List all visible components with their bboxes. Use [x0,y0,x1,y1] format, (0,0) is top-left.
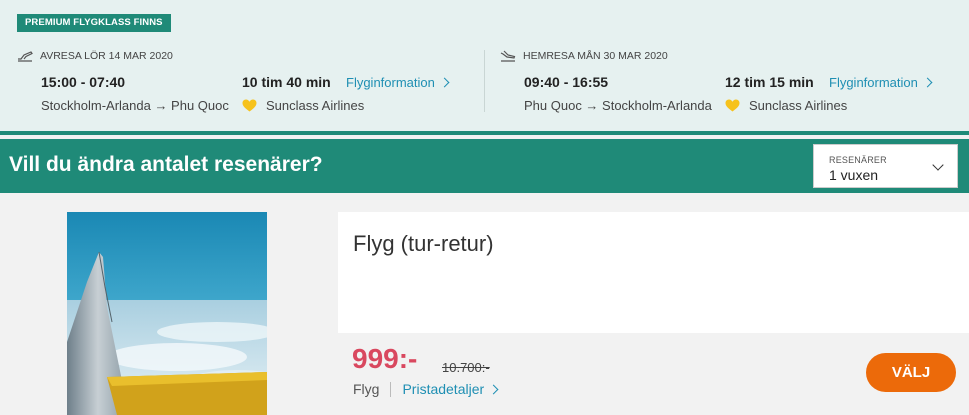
flight-info-link-label: Flyginformation [829,75,918,90]
leg-divider [484,50,485,112]
travellers-value: 1 vuxen [829,167,879,183]
plane-takeoff-icon [18,51,33,62]
outbound-header: AVRESA LÖR 14 MAR 2020 [40,50,173,62]
old-price: 10.700:- [442,360,490,375]
chevron-down-icon [932,159,944,171]
product-info: Flyg (tur-retur) [338,212,969,333]
travellers-label: RESENÄRER [829,155,887,165]
sunclass-heart-icon [725,99,740,112]
airplane-wing-photo [67,212,267,415]
outbound-flight-info-link[interactable]: Flyginformation [346,75,450,90]
sunclass-heart-icon [242,99,257,112]
banner-title: Vill du ändra antalet resenärer? [9,153,323,176]
return-times: 09:40 - 16:55 [524,74,609,90]
return-flight-info-link[interactable]: Flyginformation [829,75,933,90]
price-details-link[interactable]: Pristadetaljer [402,381,499,397]
return-airline: Sunclass Airlines [725,98,847,113]
travellers-select[interactable]: RESENÄRER 1 vuxen [813,144,958,188]
chevron-right-icon [439,77,450,88]
return-duration: 12 tim 15 min [725,74,814,90]
banner-divider [0,131,969,135]
current-price: 999:- [352,343,418,374]
chevron-right-icon [922,77,933,88]
product-category: Flyg [353,381,380,397]
outbound-airline: Sunclass Airlines [242,98,364,113]
flight-summary-panel: PREMIUM FLYGKLASS FINNS AVRESA LÖR 14 MA… [0,0,969,135]
product-title: Flyg (tur-retur) [353,231,494,256]
outbound-route: Stockholm-Arlanda → Phu Quoc [41,98,229,113]
plane-landing-icon [500,50,516,62]
flight-info-link-label: Flyginformation [346,75,435,90]
airline-name: Sunclass Airlines [749,98,848,113]
outbound-leg: AVRESA LÖR 14 MAR 2020 15:00 - 07:40 Sto… [17,48,477,113]
return-leg: HEMRESA MÅN 30 MAR 2020 09:40 - 16:55 Ph… [500,48,960,113]
price-details-label: Pristadetaljer [402,381,485,397]
outbound-times: 15:00 - 07:40 [41,74,126,90]
airline-name: Sunclass Airlines [266,98,365,113]
premium-class-badge: PREMIUM FLYGKLASS FINNS [17,14,171,32]
return-header: HEMRESA MÅN 30 MAR 2020 [523,50,668,62]
price-section: 999:- 10.700:- Flyg Pristadetaljer VÄLJ [338,333,969,415]
choose-button[interactable]: VÄLJ [866,353,956,392]
outbound-duration: 10 tim 40 min [242,74,331,90]
return-route: Phu Quoc → Stockholm-Arlanda [524,98,712,113]
travellers-banner: Vill du ändra antalet resenärer? RESENÄR… [0,139,969,193]
separator [390,381,392,397]
chevron-right-icon [488,384,499,394]
